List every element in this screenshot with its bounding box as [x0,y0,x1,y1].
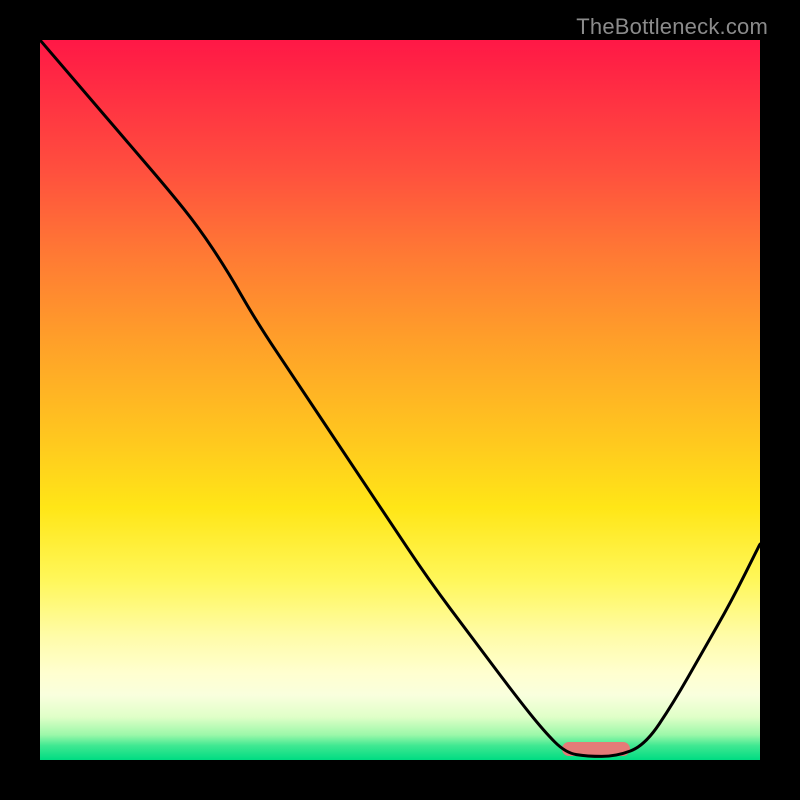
bottleneck-curve [40,40,760,760]
watermark-text: TheBottleneck.com [576,14,768,40]
chart-frame: TheBottleneck.com [0,0,800,800]
plot-area [40,40,760,760]
